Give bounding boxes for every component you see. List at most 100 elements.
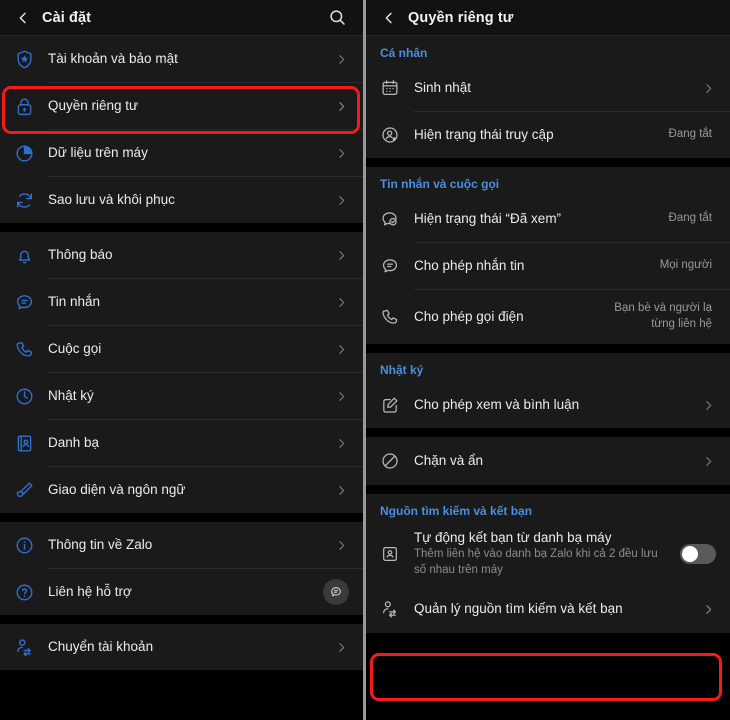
- section-title: Nhật ký: [366, 353, 730, 382]
- privacy-item-tu-dong-ket-ban[interactable]: Tự động kết bạn từ danh bạ máy Thêm liên…: [366, 523, 730, 585]
- toggle-knob: [682, 546, 698, 562]
- group-gap: [366, 428, 730, 437]
- privacy-item-hien-trang-thai-da-xem[interactable]: Hiện trạng thái “Đã xem” Đang tắt: [366, 196, 730, 242]
- chevron-right-icon: [333, 641, 349, 654]
- privacy-item-label: Tự động kết bạn từ danh bạ máy: [414, 529, 612, 545]
- chevron-right-icon: [333, 390, 349, 403]
- section-title: Cá nhân: [366, 36, 730, 65]
- section-nguon-tim-kiem-va-ket-ban: Nguồn tìm kiếm và kết bạn Tự động kết bạ…: [366, 494, 730, 633]
- chevron-right-icon: [333, 194, 349, 207]
- account-switch-icon: [380, 599, 414, 619]
- search-icon: [329, 10, 345, 25]
- info-icon: [14, 535, 48, 556]
- sidebar-item-label: Thông tin về Zalo: [48, 537, 153, 553]
- chevron-right-icon: [333, 296, 349, 309]
- chevron-right-icon: [333, 539, 349, 552]
- brush-icon: [14, 480, 48, 501]
- chevron-right-icon: [700, 603, 716, 616]
- group-gap: [0, 223, 363, 232]
- group-gap: [366, 485, 730, 494]
- message-icon: [380, 256, 414, 276]
- chevron-left-icon: [385, 12, 392, 23]
- sidebar-item-label: Thông báo: [48, 247, 113, 263]
- sidebar-item-giao-dien-va-ngon-ngu[interactable]: Giao diện và ngôn ngữ: [0, 467, 363, 513]
- sidebar-item-quyen-rieng-tu[interactable]: Quyền riêng tư: [0, 83, 363, 129]
- chevron-right-icon: [333, 249, 349, 262]
- sync-icon: [14, 190, 48, 211]
- lock-icon: [14, 96, 48, 117]
- back-button[interactable]: [376, 5, 402, 31]
- group-gap: [366, 344, 730, 353]
- privacy-item-label: Cho phép gọi điện: [414, 309, 524, 325]
- message-icon: [14, 292, 48, 313]
- sidebar-item-nhat-ky[interactable]: Nhật ký: [0, 373, 363, 419]
- highlight-box-quan-ly-nguon: [370, 653, 722, 701]
- privacy-item-label: Chặn và ẩn: [414, 453, 484, 469]
- chevron-right-icon: [333, 484, 349, 497]
- sidebar-item-chuyen-tai-khoan[interactable]: Chuyển tài khoản: [0, 624, 363, 670]
- settings-group-features: Thông báo Tin nhắn Cuộc gọi Nhật ký Danh…: [0, 232, 363, 513]
- search-button[interactable]: [323, 4, 351, 32]
- privacy-header: Quyền riêng tư: [366, 0, 730, 36]
- sidebar-item-label: Dữ liệu trên máy: [48, 145, 148, 161]
- privacy-item-label: Cho phép nhắn tin: [414, 258, 525, 274]
- phone-icon: [380, 307, 414, 327]
- page-title: Cài đặt: [42, 9, 92, 26]
- sidebar-item-tai-khoan-va-bao-mat[interactable]: Tài khoản và bảo mật: [0, 36, 363, 82]
- support-chat-button[interactable]: [323, 579, 349, 605]
- question-icon: [14, 582, 48, 603]
- privacy-item-cho-phep-goi-dien[interactable]: Cho phép gọi điện Bạn bè và người lạ từn…: [366, 290, 730, 344]
- sidebar-item-sao-luu-va-khoi-phuc[interactable]: Sao lưu và khôi phục: [0, 177, 363, 223]
- group-gap: [366, 158, 730, 167]
- settings-header: Cài đặt: [0, 0, 363, 36]
- bell-icon: [14, 245, 48, 266]
- sidebar-item-thong-tin-ve-zalo[interactable]: Thông tin về Zalo: [0, 522, 363, 568]
- contact-book-icon: [14, 433, 48, 454]
- privacy-item-sinh-nhat[interactable]: Sinh nhật: [366, 65, 730, 111]
- section-tin-nhan-va-cuoc-goi: Tin nhắn và cuộc gọi Hiện trạng thái “Đã…: [366, 167, 730, 344]
- sidebar-item-tin-nhan[interactable]: Tin nhắn: [0, 279, 363, 325]
- clock-icon: [14, 386, 48, 407]
- block-icon: [380, 451, 414, 471]
- app-screen: Cài đặt Tài khoản và bảo mật Quyền riêng…: [0, 0, 730, 720]
- chevron-right-icon: [333, 100, 349, 113]
- sidebar-item-cuoc-goi[interactable]: Cuộc gọi: [0, 326, 363, 372]
- contact-card-icon: [380, 544, 414, 564]
- privacy-item-value: Bạn bè và người lạ từng liên hệ: [614, 302, 712, 330]
- group-gap: [0, 513, 363, 522]
- shield-star-icon: [14, 49, 48, 70]
- pie-chart-icon: [14, 143, 48, 164]
- chevron-right-icon: [333, 147, 349, 160]
- privacy-item-label: Hiện trạng thái truy cập: [414, 127, 554, 143]
- sidebar-item-label: Tài khoản và bảo mật: [48, 51, 178, 67]
- person-status-icon: [380, 125, 414, 145]
- sidebar-item-label: Quyền riêng tư: [48, 98, 139, 114]
- privacy-item-value: Đang tắt: [668, 212, 712, 225]
- sidebar-item-du-lieu-tren-may[interactable]: Dữ liệu trên máy: [0, 130, 363, 176]
- sidebar-item-danh-ba[interactable]: Danh bạ: [0, 420, 363, 466]
- sidebar-item-label: Nhật ký: [48, 388, 94, 404]
- privacy-item-label: Sinh nhật: [414, 80, 472, 96]
- auto-friend-toggle[interactable]: [680, 544, 716, 564]
- privacy-item-label: Hiện trạng thái “Đã xem”: [414, 211, 562, 227]
- section-ca-nhan: Cá nhân Sinh nhật Hiện trạng thái truy c…: [366, 36, 730, 158]
- account-switch-icon: [14, 637, 48, 658]
- calendar-icon: [380, 78, 414, 98]
- sidebar-item-thong-bao[interactable]: Thông báo: [0, 232, 363, 278]
- back-button[interactable]: [10, 5, 36, 31]
- sidebar-item-label: Danh bạ: [48, 435, 100, 451]
- sidebar-item-label: Sao lưu và khôi phục: [48, 192, 175, 208]
- privacy-item-cho-phep-nhan-tin[interactable]: Cho phép nhắn tin Mọi người: [366, 243, 730, 289]
- settings-panel: Cài đặt Tài khoản và bảo mật Quyền riêng…: [0, 0, 366, 720]
- chevron-right-icon: [333, 343, 349, 356]
- privacy-item-quan-ly-nguon-tim-kiem[interactable]: Quản lý nguồn tìm kiếm và kết bạn: [366, 585, 730, 633]
- sidebar-item-lien-he-ho-tro[interactable]: Liên hệ hỗ trợ: [0, 569, 363, 615]
- privacy-item-value: Đang tắt: [668, 128, 712, 141]
- privacy-item-hien-trang-thai-truy-cap[interactable]: Hiện trạng thái truy cập Đang tắt: [366, 112, 730, 158]
- privacy-item-value: Mọi người: [659, 259, 712, 272]
- sidebar-item-label: Giao diện và ngôn ngữ: [48, 482, 186, 498]
- phone-icon: [14, 339, 48, 360]
- privacy-item-label: Quản lý nguồn tìm kiếm và kết bạn: [414, 601, 623, 617]
- privacy-item-chan-va-an[interactable]: Chặn và ẩn: [366, 437, 730, 485]
- privacy-item-cho-phep-xem-va-binh-luan[interactable]: Cho phép xem và bình luận: [366, 382, 730, 428]
